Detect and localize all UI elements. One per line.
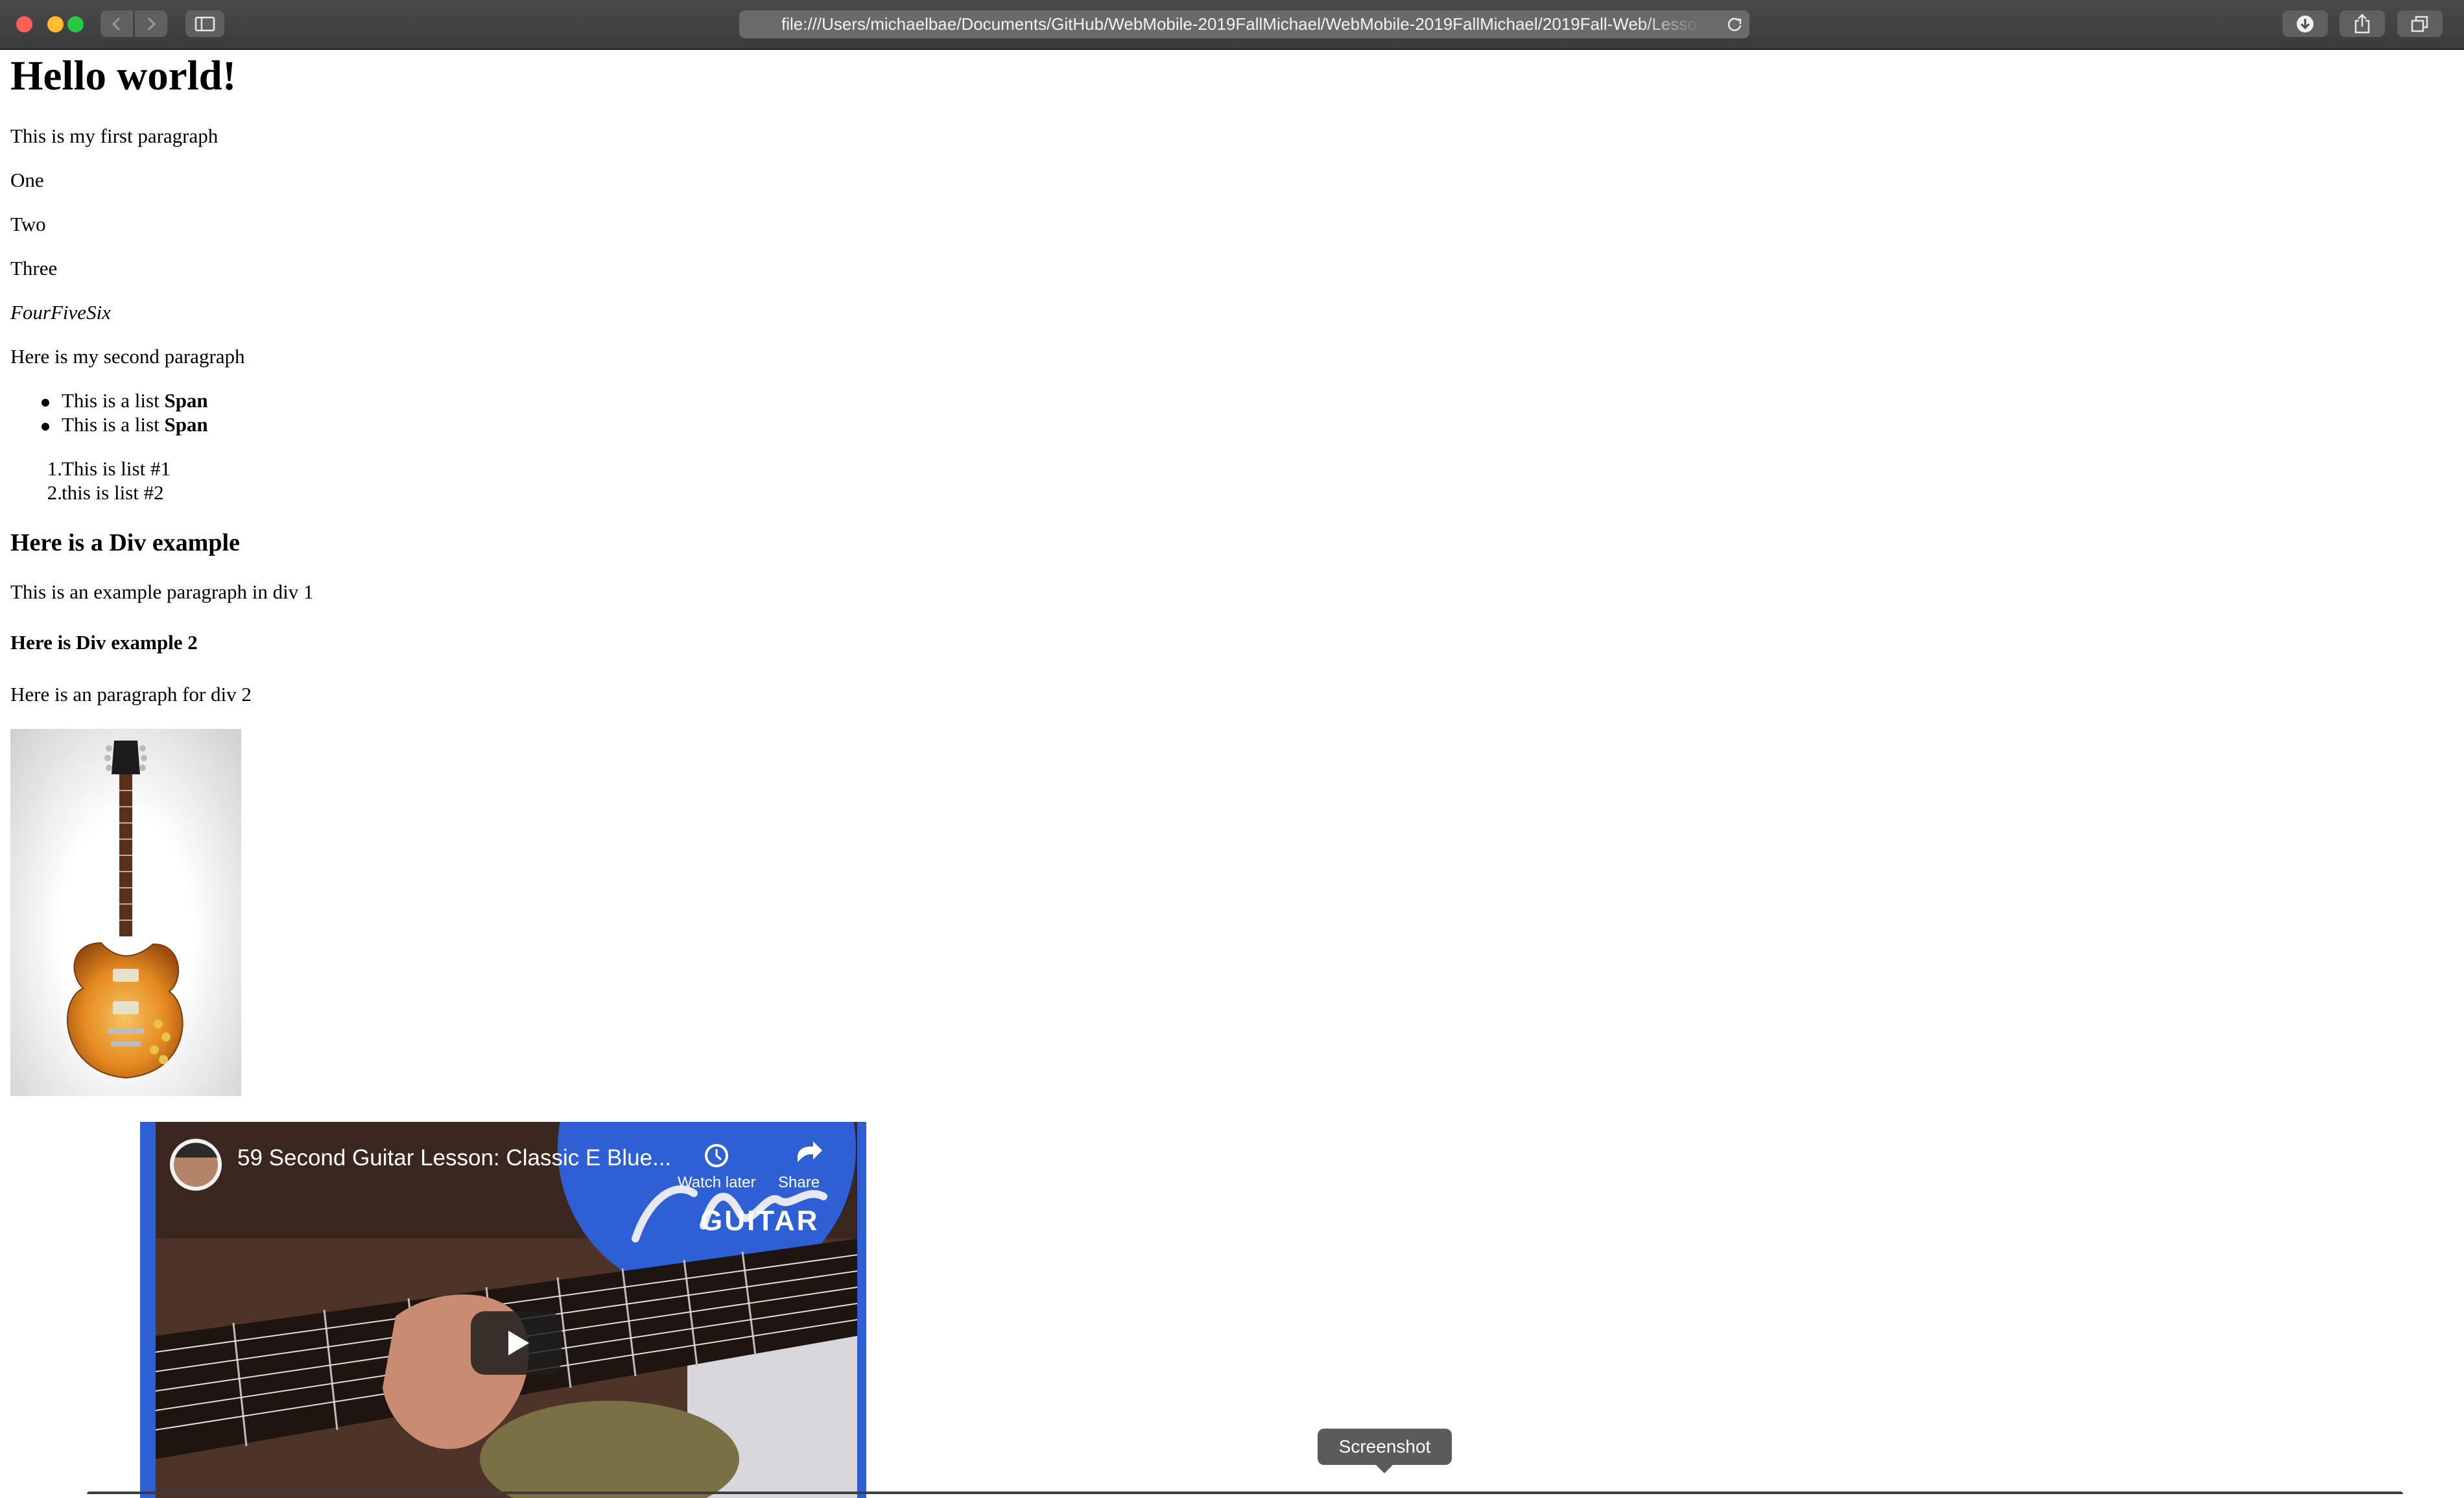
downloads-button[interactable] [2282,10,2328,37]
share-button[interactable] [2340,10,2385,37]
reload-icon[interactable] [1725,15,1744,34]
list-item-text: this is list #2 [62,481,164,504]
play-button[interactable] [471,1311,562,1375]
back-button[interactable] [101,10,133,37]
list-item: This is a list Span [10,389,399,415]
watch-later-label[interactable]: Watch later [678,1174,755,1192]
bullet-icon [41,399,49,407]
address-url: file:///Users/michaelbae/Documents/GitHu… [781,14,1702,34]
browser-toolbar: file:///Users/michaelbae/Documents/GitHu… [0,0,2464,50]
list-number: 2. [47,481,62,504]
back-icon [112,17,121,30]
first-paragraph: This is my first paragraph [10,125,219,147]
ordered-list-item: 2. this is list #2 [10,481,399,507]
div1-paragraph: This is an example paragraph in div 1 [10,580,314,603]
div2-paragraph: Here is an paragraph for div 2 [10,683,252,706]
forward-icon [147,17,156,30]
list-item: This is a list Span [10,413,399,439]
embedded-video[interactable]: 59 Second Guitar Lesson: Classic E Blue.… [140,1122,866,1498]
guitar-icon [67,741,184,1079]
show-tabs-button[interactable] [2397,10,2443,37]
forward-button[interactable] [135,10,167,37]
dock-edge [87,1492,2403,1494]
list-number: 1. [47,457,62,480]
sidebar-button[interactable] [185,10,224,37]
zoom-window-button[interactable] [67,16,84,32]
tabs-icon [2411,16,2428,32]
paragraph-three: Three [10,257,58,279]
list-item-text: This is a list [62,413,165,436]
minimize-window-button[interactable] [47,16,64,32]
paragraph-one: One [10,169,44,191]
list-item-span: Span [164,413,208,436]
guitar-image [10,729,241,1096]
share-icon [2354,13,2370,33]
second-paragraph: Here is my second paragraph [10,345,245,368]
ordered-list-item: 1. This is list #1 [10,457,399,483]
bullet-icon [41,423,49,431]
play-icon [508,1331,529,1355]
video-title[interactable]: 59 Second Guitar Lesson: Classic E Blue.… [237,1145,671,1171]
screenshot-tooltip: Screenshot [1318,1429,1452,1465]
video-thumbnail: 59 Second Guitar Lesson: Classic E Blue.… [156,1122,857,1498]
download-icon [2297,15,2314,32]
list-item-span: Span [164,389,208,412]
div1-heading: Here is a Div example [10,529,240,556]
address-bar[interactable]: file:///Users/michaelbae/Documents/GitHu… [739,10,1749,38]
paragraph-two: Two [10,213,46,235]
list-item-text: This is list #1 [62,457,171,480]
close-window-button[interactable] [16,16,32,32]
div2-heading: Here is Div example 2 [10,631,198,654]
page-title: Hello world! [10,53,237,99]
tooltip-pointer [1375,1464,1393,1473]
sidebar-icon [195,16,215,31]
share-label[interactable]: Share [778,1174,820,1192]
list-item-text: This is a list [62,389,165,412]
video-brand-label: GUITAR [700,1205,820,1237]
paragraph-four-five-six: FourFiveSix [10,301,111,324]
